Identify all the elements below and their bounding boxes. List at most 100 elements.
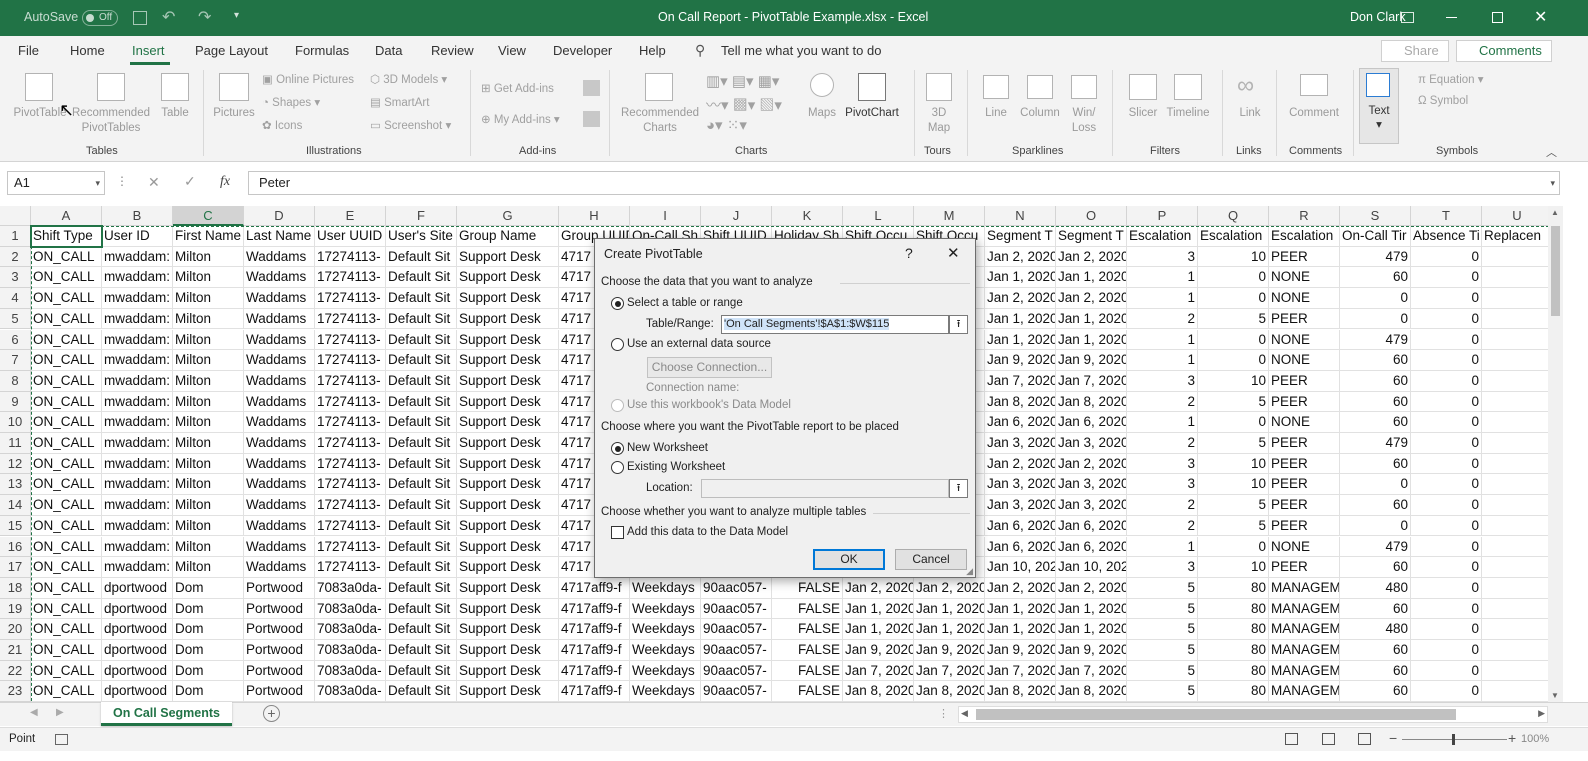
table-cell[interactable]: Jan 1, 2020 (1056, 598, 1127, 620)
table-button[interactable]: Table (155, 106, 195, 121)
table-cell[interactable]: Jan 1, 2020 (1056, 267, 1127, 289)
table-cell[interactable]: dportwood (102, 619, 173, 640)
table-cell[interactable]: Jan 3, 2020 (1056, 474, 1127, 496)
table-cell[interactable]: 1 (1127, 329, 1198, 351)
table-cell[interactable]: 7083a0da- (315, 619, 386, 640)
table-cell[interactable]: Jan 1, 2020 (1056, 308, 1127, 330)
table-cell[interactable]: Support Desk (457, 536, 559, 558)
new-sheet-icon[interactable]: + (263, 705, 280, 722)
radio-select-table[interactable] (611, 297, 624, 310)
column-header[interactable]: H (559, 206, 630, 226)
table-cell[interactable]: 0 (1411, 660, 1482, 682)
share-button[interactable]: Share (1381, 40, 1449, 62)
table-range-input[interactable]: 'On Call Segments'!$A$1:$W$115 (721, 315, 949, 334)
table-cell[interactable]: 5 (1198, 308, 1269, 330)
table-cell[interactable]: Weekdays (630, 660, 701, 682)
screenshot-button[interactable]: ▭ Screenshot ▾ (370, 118, 451, 132)
table-cell[interactable]: Default Sit (386, 288, 457, 309)
cancel-formula-icon[interactable]: ✕ (148, 174, 160, 191)
location-input[interactable] (701, 479, 949, 498)
table-cell[interactable]: 4717aff9-f (559, 598, 630, 620)
table-cell[interactable]: Jan 1, 2020 (985, 267, 1056, 289)
table-cell[interactable]: Jan 2, 2020 (985, 288, 1056, 309)
row-header[interactable]: 15 (0, 515, 31, 537)
table-cell[interactable] (1482, 288, 1548, 309)
table-cell[interactable]: Default Sit (386, 474, 457, 496)
table-cell[interactable]: Milton (173, 474, 244, 496)
autosave-toggle[interactable]: Off (82, 10, 118, 26)
dialog-help-button[interactable]: ? (905, 245, 913, 261)
table-cell[interactable] (1482, 660, 1548, 682)
table-cell[interactable]: Jan 6, 2020 (1056, 536, 1127, 558)
link-button[interactable]: Link (1230, 106, 1270, 121)
table-cell[interactable]: Weekdays (630, 577, 701, 599)
table-cell[interactable]: 60 (1340, 495, 1411, 516)
table-cell[interactable]: 17274113- (315, 267, 386, 289)
table-cell[interactable]: 3 (1127, 246, 1198, 268)
table-cell[interactable]: NONE (1269, 288, 1340, 309)
tab-file[interactable]: File (18, 43, 39, 58)
column-header[interactable]: O (1056, 206, 1127, 226)
table-cell[interactable]: Milton (173, 433, 244, 454)
table-cell[interactable]: Support Desk (457, 329, 559, 351)
table-cell[interactable]: Waddams (244, 350, 315, 371)
enter-formula-icon[interactable]: ✓ (184, 173, 196, 190)
table-cell[interactable]: Support Desk (457, 308, 559, 330)
table-cell[interactable]: 0 (1411, 515, 1482, 537)
table-cell[interactable]: Jan 1, 2020 (985, 308, 1056, 330)
table-cell[interactable]: 80 (1198, 577, 1269, 599)
table-cell[interactable]: User UUID (315, 226, 386, 247)
table-cell[interactable]: ON_CALL (31, 536, 102, 558)
table-cell[interactable]: Weekdays (630, 598, 701, 620)
table-cell[interactable]: Jan 8, 2020 (1056, 391, 1127, 413)
table-cell[interactable]: Weekdays (630, 681, 701, 702)
row-header[interactable]: 16 (0, 536, 31, 558)
3d-map-button[interactable]: 3D Map (919, 106, 959, 136)
horizontal-scrollbar[interactable]: ◀ ▶ (958, 706, 1548, 723)
collapse-range-button[interactable]: ⭱ (949, 315, 968, 334)
table-cell[interactable]: Jan 9, 2020 (914, 640, 985, 661)
table-cell[interactable]: Jan 3, 2020 (1056, 495, 1127, 516)
row-header[interactable]: 14 (0, 495, 31, 516)
online-pictures-button[interactable]: ▣ Online Pictures (262, 72, 354, 86)
table-cell[interactable]: Jan 9, 2020 (985, 350, 1056, 371)
page-break-view-icon[interactable] (1358, 733, 1371, 745)
column-chart-icon[interactable]: ▥▾ ▤▾ ▦▾ (706, 72, 779, 90)
table-cell[interactable]: Escalation (1269, 226, 1340, 247)
table-cell[interactable]: 0 (1411, 267, 1482, 289)
row-header[interactable]: 13 (0, 474, 31, 496)
table-cell[interactable]: mwaddam: (102, 453, 173, 475)
table-cell[interactable]: Dom (173, 577, 244, 599)
row-header[interactable]: 3 (0, 267, 31, 289)
undo-icon[interactable]: ↶ (162, 7, 175, 27)
table-cell[interactable]: Jan 9, 2020 (985, 640, 1056, 661)
table-cell[interactable]: Jan 9, 2020 (1056, 640, 1127, 661)
table-cell[interactable]: mwaddam: (102, 308, 173, 330)
tab-view[interactable]: View (498, 43, 526, 58)
table-cell[interactable] (1482, 350, 1548, 371)
table-cell[interactable]: 60 (1340, 267, 1411, 289)
table-cell[interactable]: Support Desk (457, 433, 559, 454)
table-cell[interactable]: Segment T (985, 226, 1056, 247)
row-header[interactable]: 10 (0, 412, 31, 433)
table-cell[interactable]: ON_CALL (31, 577, 102, 599)
table-cell[interactable]: Waddams (244, 495, 315, 516)
row-header[interactable]: 8 (0, 370, 31, 392)
table-cell[interactable]: 480 (1340, 619, 1411, 640)
table-cell[interactable]: MANAGEM (1269, 681, 1340, 702)
table-cell[interactable]: Support Desk (457, 412, 559, 433)
table-cell[interactable]: Waddams (244, 412, 315, 433)
table-cell[interactable]: Jan 2, 2020 (1056, 453, 1127, 475)
table-cell[interactable]: Portwood (244, 619, 315, 640)
table-cell[interactable]: Jan 10, 2020 (1056, 557, 1127, 578)
table-cell[interactable]: On-Call Tir (1340, 226, 1411, 247)
table-cell[interactable]: 0 (1411, 495, 1482, 516)
row-header[interactable]: 22 (0, 660, 31, 682)
table-cell[interactable]: mwaddam: (102, 474, 173, 496)
table-cell[interactable]: Shift Type (31, 226, 102, 247)
table-cell[interactable]: 80 (1198, 681, 1269, 702)
table-cell[interactable]: Default Sit (386, 619, 457, 640)
table-cell[interactable]: FALSE (772, 681, 843, 702)
table-cell[interactable]: ON_CALL (31, 681, 102, 702)
table-cell[interactable]: 479 (1340, 536, 1411, 558)
